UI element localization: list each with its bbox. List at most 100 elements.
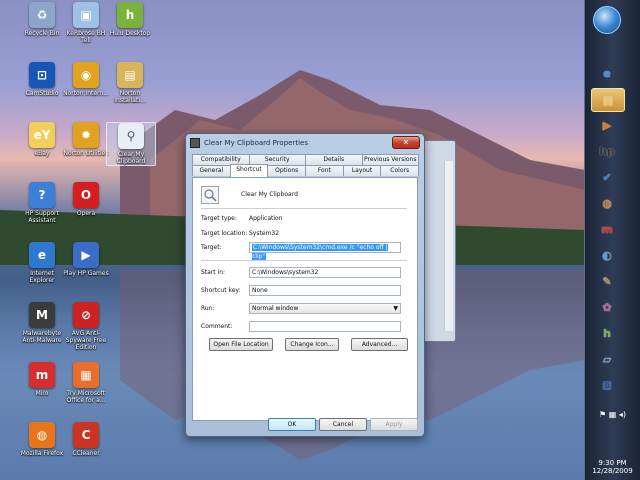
tab-layout[interactable]: Layout xyxy=(342,165,382,176)
media-player-icon: ▶ xyxy=(602,118,612,132)
desktop-icon-try-office[interactable]: ▦ Try Microsoft Office for a... xyxy=(62,362,110,404)
tab-colors[interactable]: Colors xyxy=(380,165,420,176)
target-row: Target: C:\Windows\System32\cmd.exe /c "… xyxy=(201,242,401,260)
run-selected-value: Normal window xyxy=(252,305,299,312)
desktop-icon-label: Opera xyxy=(76,210,96,217)
office-icon: ▦ xyxy=(73,362,99,388)
run-select[interactable]: Normal window ▼ xyxy=(249,303,401,314)
desktop-icon-label: CCleaner xyxy=(72,450,100,457)
close-icon: ✕ xyxy=(402,138,410,147)
document-taskbar[interactable]: ▱ xyxy=(591,348,623,370)
target-type-label: Target type: xyxy=(201,215,237,222)
desktop-icon-label: CamStudio xyxy=(25,90,59,97)
change-icon-button[interactable]: Change Icon... xyxy=(285,338,339,351)
comment-label: Comment: xyxy=(201,323,233,330)
miro-taskbar[interactable]: m xyxy=(591,218,623,240)
desktop-icon-label: AVG Anti-Spyware Free Edition xyxy=(65,330,107,351)
folder-taskbar[interactable]: ▤ xyxy=(591,88,625,112)
desktop-icon-ccleaner[interactable]: C CCleaner xyxy=(62,422,110,457)
network-icon[interactable]: ▦ xyxy=(609,410,617,419)
advanced-button[interactable]: Advanced... xyxy=(351,338,408,351)
open-file-location-button[interactable]: Open File Location xyxy=(209,338,273,351)
desktop-icon-camstudio[interactable]: ⊡ CamStudio xyxy=(18,62,66,97)
hulu-taskbar[interactable]: h xyxy=(591,322,623,344)
desktop-icon-label: Norton Utilities xyxy=(63,150,109,157)
shortcut-key-label: Shortcut key: xyxy=(201,287,241,294)
volume-icon[interactable]: ◂) xyxy=(619,410,626,419)
apply-button[interactable]: Apply xyxy=(370,418,418,431)
taskbar: e ▤ ▶ hp ✔ ◍ m ◐ ✎ ✿ h ▱ ⊡ ⚑ ▦ ◂) 9:30 PM 12/28/2009 xyxy=(584,0,640,480)
firefox-taskbar[interactable]: ◍ xyxy=(591,192,623,214)
ie-taskbar[interactable]: e xyxy=(591,62,623,84)
desktop-icon-ebay[interactable]: eY eBay xyxy=(18,122,66,157)
cancel-button[interactable]: Cancel xyxy=(319,418,367,431)
target-selected-text: C:\Windows\System32\cmd.exe /c "echo off… xyxy=(252,244,388,260)
shortcut-key-field[interactable]: None xyxy=(249,285,401,296)
miro-icon: m xyxy=(601,222,613,236)
cube-icon: ▣ xyxy=(73,2,99,28)
hp-support-icon: ? xyxy=(29,182,55,208)
desktop-icon-label: Hulu Desktop xyxy=(109,30,151,37)
target-location-label: Target location: xyxy=(201,230,248,237)
desktop-icon-label: Clear My Clipboard xyxy=(116,151,146,165)
desktop-icon-firefox[interactable]: ◍ Mozilla Firefox xyxy=(18,422,66,457)
ebay-icon: eY xyxy=(29,122,55,148)
desktop-icon-recycle-bin[interactable]: ♻ Recycle Bin xyxy=(18,2,66,37)
desktop-icon-miro[interactable]: m Miro xyxy=(18,362,66,397)
tab-details[interactable]: Details xyxy=(305,154,363,165)
tools-icon: ✎ xyxy=(602,274,612,288)
start-in-row: Start in: C:\Windows\system32 xyxy=(201,267,401,278)
hp-taskbar[interactable]: hp xyxy=(591,140,623,162)
close-button[interactable]: ✕ xyxy=(392,136,420,149)
tab-options[interactable]: Options xyxy=(267,165,307,176)
folder-icon: ▤ xyxy=(117,62,143,88)
ie-icon: e xyxy=(603,66,611,80)
malwarebytes-icon: M xyxy=(29,302,55,328)
desktop-icon-opera[interactable]: O Opera xyxy=(62,182,110,217)
tools-taskbar[interactable]: ✎ xyxy=(591,270,623,292)
shortcut-key-row: Shortcut key: None xyxy=(201,285,401,296)
desktop-icon-norton-install[interactable]: ▤ Norton Installati... xyxy=(106,62,154,104)
camstudio-icon: ⊡ xyxy=(602,378,612,392)
tab-strip: Compatibility Security Details Previous Ver… xyxy=(192,154,420,177)
ok-button[interactable]: OK xyxy=(268,418,316,431)
target-field[interactable]: C:\Windows\System32\cmd.exe /c "echo off… xyxy=(249,242,401,260)
tab-font[interactable]: Font xyxy=(305,165,344,176)
start-in-label: Start in: xyxy=(201,269,226,276)
desktop-icon-norton-utilities[interactable]: ✹ Norton Utilities xyxy=(62,122,110,157)
title-bar[interactable]: Clear My Clipboard Properties xyxy=(186,134,424,151)
desktop-icon-internet-explorer[interactable]: e Internet Explorer xyxy=(18,242,66,284)
start-orb-icon[interactable] xyxy=(593,6,621,34)
desktop-icon-malwarebytes[interactable]: M Malwarebyte Anti-Malware xyxy=(18,302,66,344)
tab-general[interactable]: General xyxy=(192,165,231,176)
media-taskbar[interactable]: ▶ xyxy=(591,114,623,136)
firefox-icon: ◍ xyxy=(602,196,612,210)
start-in-field[interactable]: C:\Windows\system32 xyxy=(249,267,401,278)
clock-time[interactable]: 9:30 PM xyxy=(585,459,640,467)
desktop-icon-play-hp-games[interactable]: ▶ Play HP Games xyxy=(62,242,110,277)
desktop-icon-clear-clipboard[interactable]: ⚲ Clear My Clipboard xyxy=(106,122,156,166)
desktop-icon-norton-internet[interactable]: ◉ Norton Intern... xyxy=(62,62,110,97)
clock-date[interactable]: 12/28/2009 xyxy=(585,467,640,475)
desktop-icon-label: Norton Intern... xyxy=(63,90,109,97)
tab-shortcut[interactable]: Shortcut xyxy=(229,164,269,177)
ie-icon: e xyxy=(29,242,55,268)
scrollbar[interactable] xyxy=(444,161,453,331)
desktop-icon-hulu[interactable]: h Hulu Desktop xyxy=(106,2,154,37)
window-icon xyxy=(190,137,200,148)
desktop-icon-label: eBay xyxy=(34,150,50,157)
tab-row-top: Compatibility Security Details Previous Ver… xyxy=(192,154,419,165)
comment-field[interactable] xyxy=(249,321,401,332)
flag-icon[interactable]: ⚑ xyxy=(599,410,606,419)
desktop-icon-hp-support[interactable]: ? HP Support Assistant xyxy=(18,182,66,224)
desktop-icon-spybot[interactable]: ⊘ AVG Anti-Spyware Free Edition xyxy=(62,302,110,351)
desktop-icon-label: Miro xyxy=(35,390,49,397)
camstudio-taskbar[interactable]: ⊡ xyxy=(591,374,623,396)
tab-previous-versions[interactable]: Previous Versions xyxy=(361,154,419,165)
desktop-icon-kerbrose[interactable]: ▣ KeRbrose BH Tell xyxy=(62,2,110,44)
app-taskbar[interactable]: ◐ xyxy=(591,244,623,266)
norton-globe-icon: ◉ xyxy=(73,62,99,88)
run-label: Run: xyxy=(201,305,215,312)
check-taskbar[interactable]: ✔ xyxy=(591,166,623,188)
pinwheel-taskbar[interactable]: ✿ xyxy=(591,296,623,318)
